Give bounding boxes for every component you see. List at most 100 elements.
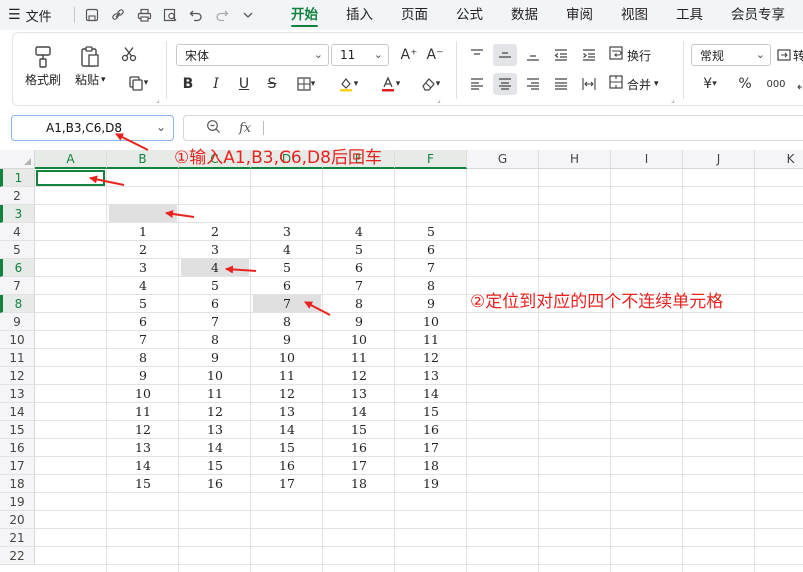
cell-value[interactable]: 15 bbox=[179, 457, 251, 475]
tab-4[interactable]: 数据 bbox=[497, 0, 552, 30]
decrease-font-button[interactable]: A⁻ bbox=[423, 44, 447, 66]
cell-value[interactable]: 1 bbox=[107, 223, 179, 241]
cell-value[interactable]: 14 bbox=[395, 385, 467, 403]
zoom-icon[interactable] bbox=[206, 119, 221, 138]
clear-format-button[interactable]: ▾ bbox=[413, 73, 447, 95]
underline-button[interactable]: U bbox=[232, 73, 256, 95]
cell-value[interactable]: 10 bbox=[395, 313, 467, 331]
cell-value[interactable]: 13 bbox=[179, 421, 251, 439]
row-header-18[interactable]: 18 bbox=[0, 475, 35, 493]
cell-value[interactable]: 15 bbox=[107, 475, 179, 493]
tab-8[interactable]: 会员专享 bbox=[717, 0, 799, 30]
row-header-6[interactable]: 6 bbox=[0, 259, 35, 277]
cell-value[interactable]: 10 bbox=[323, 331, 395, 349]
row-header-9[interactable]: 9 bbox=[0, 313, 35, 331]
cell-value[interactable]: 4 bbox=[251, 241, 323, 259]
cell-value[interactable]: 16 bbox=[395, 421, 467, 439]
cell-value[interactable]: 17 bbox=[395, 439, 467, 457]
row-header-5[interactable]: 5 bbox=[0, 241, 35, 259]
tab-5[interactable]: 审阅 bbox=[552, 0, 607, 30]
decrease-indent-icon[interactable] bbox=[549, 44, 573, 66]
cell-value[interactable]: 9 bbox=[395, 295, 467, 313]
row-header-16[interactable]: 16 bbox=[0, 439, 35, 457]
italic-button[interactable]: I bbox=[204, 73, 228, 95]
row-header-12[interactable]: 12 bbox=[0, 367, 35, 385]
column-header-i[interactable]: I bbox=[611, 150, 683, 169]
cell-value[interactable]: 6 bbox=[395, 241, 467, 259]
align-left-icon[interactable] bbox=[465, 73, 489, 95]
align-center-icon[interactable] bbox=[493, 73, 517, 95]
row-header-19[interactable]: 19 bbox=[0, 493, 35, 511]
column-header-j[interactable]: J bbox=[683, 150, 755, 169]
cell-value[interactable]: 18 bbox=[395, 457, 467, 475]
column-header-h[interactable]: H bbox=[539, 150, 611, 169]
cell-value[interactable]: 10 bbox=[251, 349, 323, 367]
increase-indent-icon[interactable] bbox=[577, 44, 601, 66]
column-header-f[interactable]: F bbox=[395, 150, 467, 169]
cell-value[interactable]: 9 bbox=[107, 367, 179, 385]
cell-value[interactable]: 15 bbox=[395, 403, 467, 421]
cut-icon[interactable] bbox=[117, 43, 141, 65]
cell-value[interactable]: 5 bbox=[107, 295, 179, 313]
decimal-icon[interactable]: .0 bbox=[791, 73, 803, 95]
cell-value[interactable]: 5 bbox=[395, 223, 467, 241]
number-format-select[interactable]: 常规 ⌄ bbox=[691, 44, 771, 66]
cell-value[interactable]: 13 bbox=[107, 439, 179, 457]
column-header-k[interactable]: K bbox=[755, 150, 803, 169]
cell-value[interactable]: 14 bbox=[323, 403, 395, 421]
cell-value[interactable]: 3 bbox=[179, 241, 251, 259]
format-painter-button[interactable]: 格式刷 bbox=[25, 43, 61, 88]
cell-value[interactable]: 3 bbox=[107, 259, 179, 277]
distribute-icon[interactable] bbox=[577, 73, 601, 95]
cell-value[interactable]: 16 bbox=[179, 475, 251, 493]
cell-value[interactable]: 11 bbox=[107, 403, 179, 421]
cell-value[interactable]: 5 bbox=[323, 241, 395, 259]
tab-6[interactable]: 视图 bbox=[607, 0, 662, 30]
cell-value[interactable]: 4 bbox=[107, 277, 179, 295]
row-header-7[interactable]: 7 bbox=[0, 277, 35, 295]
row-header-14[interactable]: 14 bbox=[0, 403, 35, 421]
row-header-4[interactable]: 4 bbox=[0, 223, 35, 241]
row-header-21[interactable]: 21 bbox=[0, 529, 35, 547]
cell-value[interactable]: 4 bbox=[323, 223, 395, 241]
convert-icon[interactable] bbox=[775, 44, 793, 66]
select-all-corner[interactable] bbox=[0, 150, 35, 169]
cell-value[interactable]: 7 bbox=[179, 313, 251, 331]
column-header-a[interactable]: A bbox=[35, 150, 107, 169]
tab-1[interactable]: 插入 bbox=[332, 0, 387, 30]
column-header-g[interactable]: G bbox=[467, 150, 539, 169]
cell-value[interactable]: 12 bbox=[323, 367, 395, 385]
row-header-1[interactable]: 1 bbox=[0, 169, 35, 187]
cell-value[interactable]: 7 bbox=[107, 331, 179, 349]
row-header-8[interactable]: 8 bbox=[0, 295, 35, 313]
cell-value[interactable]: 5 bbox=[179, 277, 251, 295]
align-middle-icon[interactable] bbox=[493, 44, 517, 66]
tab-3[interactable]: 公式 bbox=[442, 0, 497, 30]
cell-value[interactable]: 6 bbox=[251, 277, 323, 295]
formula-bar[interactable]: fx bbox=[183, 115, 803, 141]
row-header-17[interactable]: 17 bbox=[0, 457, 35, 475]
wrap-text-button[interactable]: 换行 bbox=[609, 44, 651, 66]
font-color-button[interactable]: ▾ bbox=[373, 73, 407, 95]
cell-value[interactable]: 14 bbox=[251, 421, 323, 439]
cell-value[interactable]: 6 bbox=[107, 313, 179, 331]
cell-value[interactable]: 8 bbox=[251, 313, 323, 331]
more-chevron-icon[interactable] bbox=[237, 4, 259, 26]
row-header-13[interactable]: 13 bbox=[0, 385, 35, 403]
merge-button[interactable]: 合并 ▾ bbox=[609, 73, 659, 95]
row-header-15[interactable]: 15 bbox=[0, 421, 35, 439]
tab-0[interactable]: 开始 bbox=[277, 0, 332, 30]
row-header-20[interactable]: 20 bbox=[0, 511, 35, 529]
cell-value[interactable]: 11 bbox=[395, 331, 467, 349]
cell-value[interactable]: 6 bbox=[323, 259, 395, 277]
cell-value[interactable]: 2 bbox=[179, 223, 251, 241]
font-launcher-icon[interactable]: ⌟ bbox=[437, 95, 441, 104]
cell-value[interactable]: 15 bbox=[251, 439, 323, 457]
column-header-b[interactable]: B bbox=[107, 150, 179, 169]
cell-value[interactable]: 9 bbox=[251, 331, 323, 349]
row-header-10[interactable]: 10 bbox=[0, 331, 35, 349]
cell-value[interactable]: 7 bbox=[395, 259, 467, 277]
tab-7[interactable]: 工具 bbox=[662, 0, 717, 30]
tab-2[interactable]: 页面 bbox=[387, 0, 442, 30]
cell-value[interactable]: 12 bbox=[179, 403, 251, 421]
